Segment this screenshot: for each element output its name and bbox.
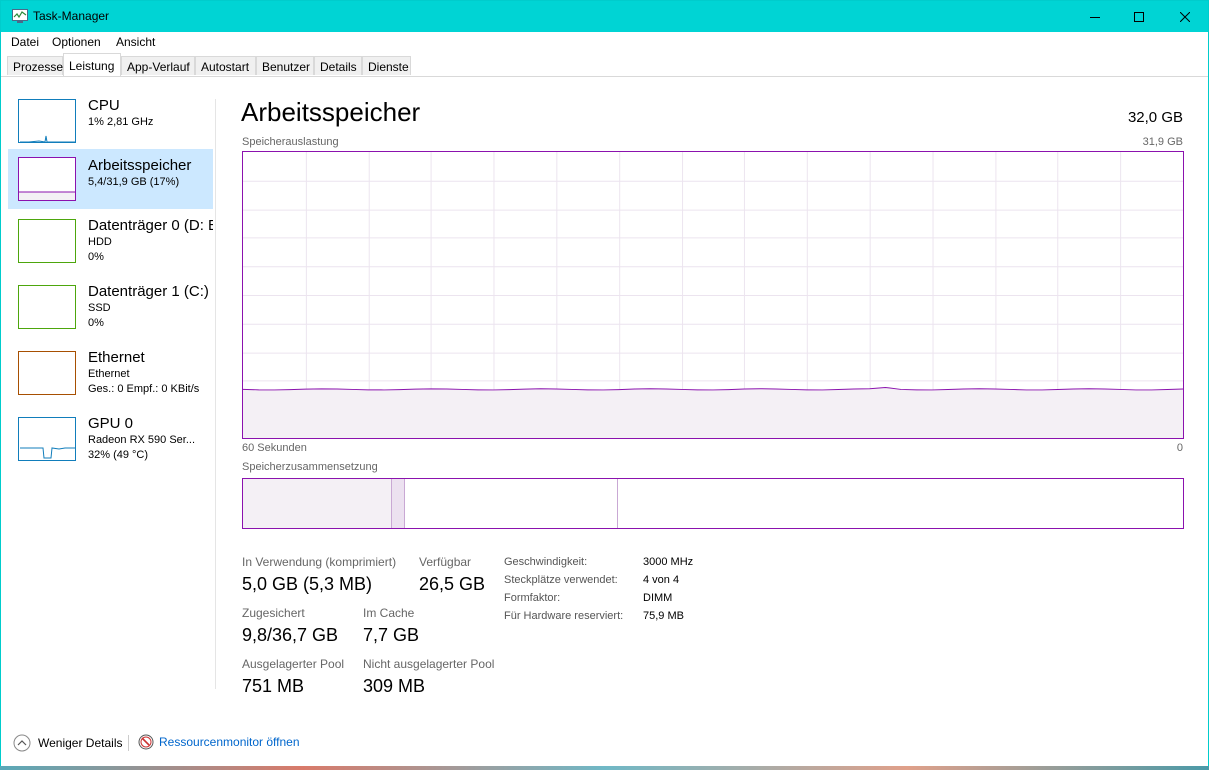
title-bar[interactable]: Task-Manager <box>1 1 1208 32</box>
time-axis-end: 0 <box>1176 442 1183 454</box>
chevron-up-icon <box>13 734 31 752</box>
sidebar-item-detail-2: Ges.: 0 Empf.: 0 KBit/s <box>88 383 200 395</box>
form-factor-label: Formfaktor: <box>504 592 561 604</box>
composition-free[interactable] <box>618 479 1183 528</box>
menu-ansicht[interactable]: Ansicht <box>116 35 155 49</box>
slots-label: Steckplätze verwendet: <box>504 574 618 586</box>
sidebar-item-detail: HDD <box>88 236 112 248</box>
memory-usage-fill <box>243 387 1183 438</box>
memory-thumbnail-graph <box>18 157 76 201</box>
sidebar-item-detail: 1% 2,81 GHz <box>88 116 154 128</box>
cached-label: Im Cache <box>363 606 415 620</box>
sidebar-divider <box>215 99 216 689</box>
sidebar-item-detail: SSD <box>88 302 111 314</box>
desktop-background-strip <box>0 766 1209 770</box>
performance-sidebar: CPU 1% 2,81 GHz Arbeitsspeicher 5,4/31,9… <box>8 89 213 699</box>
paged-pool-value: 751 MB <box>242 676 305 696</box>
ethernet-thumbnail-graph <box>18 351 76 395</box>
menu-bar: Datei Optionen Ansicht <box>1 32 1208 52</box>
task-manager-app-icon <box>12 9 28 23</box>
sidebar-item-datentraeger-1[interactable]: Datenträger 1 (C:) SSD 0% <box>8 275 213 335</box>
nonpaged-pool-value: 309 MB <box>363 676 426 696</box>
speed-value: 3000 MHz <box>643 556 694 568</box>
composition-label: Speicherzusammensetzung <box>242 461 378 473</box>
sidebar-item-gpu-0[interactable]: GPU 0 Radeon RX 590 Ser... 32% (49 °C) <box>8 407 213 467</box>
footer-separator <box>128 735 129 751</box>
cached-value: 7,7 GB <box>363 625 420 645</box>
cpu-thumbnail-graph <box>18 99 76 143</box>
in-use-value: 5,0 GB (5,3 MB) <box>242 574 373 594</box>
tab-autostart[interactable]: Autostart <box>195 56 256 75</box>
menu-datei[interactable]: Datei <box>11 35 39 49</box>
sidebar-item-detail-2: 0% <box>88 317 104 329</box>
form-factor-value: DIMM <box>643 592 673 604</box>
slots-value: 4 von 4 <box>643 574 680 586</box>
memory-composition-bar <box>242 478 1184 529</box>
sidebar-item-datentraeger-0[interactable]: Datenträger 0 (D: E HDD 0% <box>8 209 213 269</box>
tab-dienste[interactable]: Dienste <box>362 56 411 75</box>
menu-optionen[interactable]: Optionen <box>52 35 101 49</box>
disk1-thumbnail-graph <box>18 285 76 329</box>
tab-strip: Prozesse Leistung App-Verlauf Autostart … <box>1 52 1208 77</box>
sidebar-item-name: Ethernet <box>88 349 145 366</box>
memory-usage-line <box>243 386 1183 391</box>
task-manager-window: Task-Manager Datei Optionen Ansicht Proz… <box>0 0 1209 770</box>
tab-prozesse[interactable]: Prozesse <box>7 56 63 75</box>
usage-graph-max: 31,9 GB <box>1142 136 1183 148</box>
sidebar-item-name: Datenträger 0 (D: E <box>88 217 213 234</box>
composition-modified[interactable] <box>392 479 405 528</box>
minimize-icon <box>1090 16 1100 18</box>
committed-label: Zugesichert <box>242 606 305 620</box>
sidebar-item-detail-2: 32% (49 °C) <box>88 449 149 461</box>
page-title: Arbeitsspeicher <box>241 97 421 127</box>
sidebar-item-name: Arbeitsspeicher <box>88 157 192 174</box>
committed-value: 9,8/36,7 GB <box>242 625 339 645</box>
time-axis-start: 60 Sekunden <box>242 442 307 454</box>
sidebar-item-arbeitsspeicher[interactable]: Arbeitsspeicher 5,4/31,9 GB (17%) <box>8 149 213 209</box>
close-icon <box>1180 11 1190 22</box>
available-value: 26,5 GB <box>419 574 486 594</box>
composition-in-use[interactable] <box>243 479 392 528</box>
fewer-details-label: Weniger Details <box>38 736 123 750</box>
resource-monitor-link[interactable]: Ressourcenmonitor öffnen <box>138 734 300 750</box>
fewer-details-button[interactable]: Weniger Details <box>13 734 122 752</box>
tab-benutzer[interactable]: Benutzer <box>256 56 314 75</box>
sidebar-item-detail: 5,4/31,9 GB (17%) <box>88 176 180 188</box>
minimize-button[interactable] <box>1072 1 1118 32</box>
memory-usage-graph <box>242 151 1184 439</box>
sidebar-item-name: CPU <box>88 97 120 114</box>
paged-pool-label: Ausgelagerter Pool <box>242 657 345 671</box>
hw-reserved-label: Für Hardware reserviert: <box>504 610 624 622</box>
usage-graph-label: Speicherauslastung <box>242 136 339 148</box>
sidebar-item-ethernet[interactable]: Ethernet Ethernet Ges.: 0 Empf.: 0 KBit/… <box>8 341 213 401</box>
tab-app-verlauf[interactable]: App-Verlauf <box>121 56 195 75</box>
tab-leistung[interactable]: Leistung <box>63 53 121 76</box>
sidebar-item-name: Datenträger 1 (C:) <box>88 283 209 300</box>
sidebar-item-cpu[interactable]: CPU 1% 2,81 GHz <box>8 89 213 149</box>
sidebar-item-name: GPU 0 <box>88 415 134 432</box>
composition-standby[interactable] <box>405 479 618 528</box>
resource-monitor-icon <box>138 734 154 750</box>
close-button[interactable] <box>1162 1 1208 32</box>
maximize-button[interactable] <box>1116 1 1162 32</box>
tab-details[interactable]: Details <box>314 56 362 75</box>
available-label: Verfügbar <box>419 555 472 569</box>
sidebar-item-detail: Ethernet <box>88 368 130 380</box>
speed-label: Geschwindigkeit: <box>504 556 588 568</box>
disk0-thumbnail-graph <box>18 219 76 263</box>
footer: Weniger Details Ressourcenmonitor öffnen <box>1 721 1208 769</box>
nonpaged-pool-label: Nicht ausgelagerter Pool <box>363 657 495 671</box>
maximize-icon <box>1134 11 1144 22</box>
sidebar-item-detail: Radeon RX 590 Ser... <box>88 434 196 446</box>
gpu-thumbnail-graph <box>18 417 76 461</box>
in-use-label: In Verwendung (komprimiert) <box>242 555 397 569</box>
memory-total: 32,0 GB <box>1127 109 1183 126</box>
sidebar-item-detail-2: 0% <box>88 251 104 263</box>
resource-monitor-label: Ressourcenmonitor öffnen <box>159 735 300 749</box>
window-title: Task-Manager <box>33 9 110 23</box>
hw-reserved-value: 75,9 MB <box>643 610 684 622</box>
